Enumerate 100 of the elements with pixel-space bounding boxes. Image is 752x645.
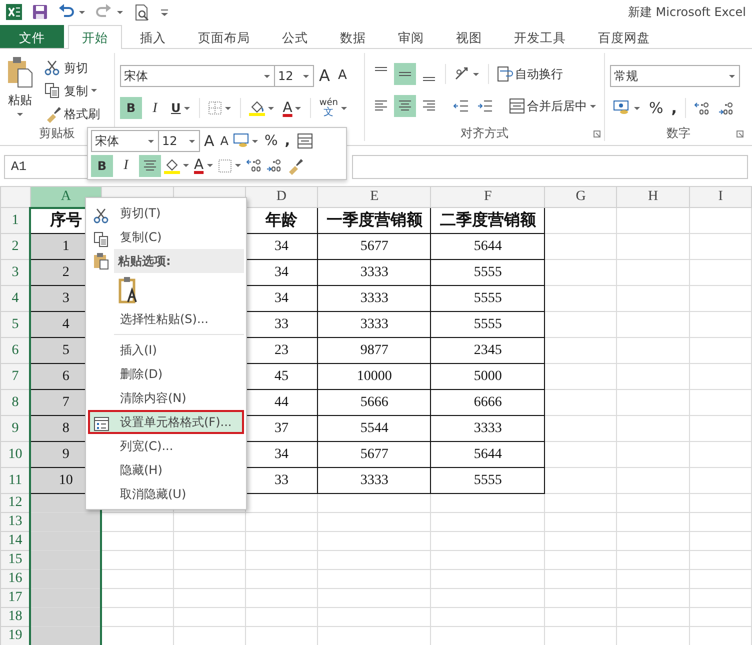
font-name-dropdown[interactable]: 宋体 <box>120 65 275 87</box>
table-cell: 二季度营销额 <box>430 208 545 234</box>
row-header[interactable]: 14 <box>0 532 30 550</box>
vertical-align-button[interactable] <box>394 63 416 85</box>
print-preview-icon[interactable] <box>134 4 150 20</box>
ribbon-tab[interactable]: 公式 <box>268 25 322 48</box>
center-align-button[interactable] <box>139 154 161 177</box>
row-header[interactable]: 1 <box>0 208 30 234</box>
table-cell: 5677 <box>318 234 431 260</box>
caret-icon <box>78 10 86 14</box>
table-cell: 5555 <box>430 468 545 494</box>
table-cell: 3333 <box>318 286 431 312</box>
customize-icon[interactable] <box>160 8 169 16</box>
row-header[interactable]: 3 <box>0 260 30 286</box>
group-label: 对齐方式 <box>460 126 508 140</box>
row-header[interactable]: 15 <box>0 550 30 570</box>
font-size-dropdown[interactable]: 12 <box>274 65 314 87</box>
row-header[interactable]: 2 <box>0 234 30 260</box>
table-cell: 5677 <box>318 442 431 468</box>
column-header[interactable]: D <box>245 186 318 208</box>
table-cell: 5555 <box>430 286 545 312</box>
column-header[interactable]: F <box>430 186 545 208</box>
row-header[interactable]: 18 <box>0 608 30 626</box>
ribbon-tab[interactable]: 插入 <box>126 25 180 48</box>
row-header[interactable]: 6 <box>0 338 30 364</box>
font-color-button[interactable]: A <box>193 154 215 177</box>
ribbon-tab[interactable]: 视图 <box>442 25 496 48</box>
copy-button[interactable]: 复制 <box>41 79 103 102</box>
percent-button[interactable]: % <box>262 130 280 152</box>
column-header[interactable]: H <box>616 186 690 208</box>
format-list-icon <box>93 416 110 433</box>
percent-button[interactable]: % <box>646 97 666 119</box>
row-header[interactable]: 10 <box>0 442 30 468</box>
row-header[interactable]: 19 <box>0 626 30 645</box>
caret-icon <box>224 106 232 110</box>
merge-center-button[interactable]: 合并后居中 <box>506 95 600 117</box>
ribbon-tab[interactable]: 开发工具 <box>500 25 580 48</box>
shrink-font-button[interactable]: A <box>218 130 230 152</box>
formula-input[interactable] <box>352 155 748 179</box>
table-cell: 9877 <box>318 338 431 364</box>
caret-icon <box>472 72 480 76</box>
phonetic-button[interactable]: wén 文 <box>316 97 351 119</box>
excel-logo-icon <box>6 4 22 20</box>
row-header[interactable]: 17 <box>0 588 30 608</box>
row-header[interactable]: 4 <box>0 286 30 312</box>
menu-item[interactable]: 设置单元格格式(F)... <box>88 410 244 434</box>
column-header[interactable]: I <box>690 186 752 208</box>
ribbon-tab[interactable]: 页面布局 <box>184 25 264 48</box>
bold-button[interactable]: B <box>91 154 113 177</box>
paste-button[interactable]: 粘贴 <box>5 56 35 126</box>
row-header[interactable]: 13 <box>0 512 30 532</box>
comma-button[interactable]: , <box>282 130 294 152</box>
font-color-button[interactable]: A <box>280 97 306 119</box>
row-header[interactable]: 16 <box>0 570 30 588</box>
comma-button[interactable]: , <box>668 97 680 119</box>
ribbon-tab[interactable]: 数据 <box>326 25 380 48</box>
font-name-text: 宋体 <box>95 133 119 150</box>
money-icon <box>613 100 631 116</box>
ribbon-tab[interactable]: 开始 <box>68 25 122 49</box>
italic-button[interactable]: I <box>144 97 166 119</box>
scissors-icon <box>44 58 62 76</box>
bold-button[interactable]: B <box>120 97 142 119</box>
row-header[interactable]: 8 <box>0 390 30 416</box>
row-header[interactable]: 11 <box>0 468 30 494</box>
ribbon-tab[interactable]: 审阅 <box>384 25 438 48</box>
column-header[interactable]: G <box>544 186 617 208</box>
clipboard-icon <box>93 252 111 270</box>
column-header[interactable]: E <box>318 186 431 208</box>
font-size-dropdown[interactable]: 12 <box>158 130 200 152</box>
save-icon[interactable] <box>32 4 48 20</box>
group-label: 剪贴板 <box>39 126 75 140</box>
dialog-launcher-icon[interactable] <box>593 130 601 138</box>
row-header[interactable]: 7 <box>0 364 30 390</box>
caret-icon <box>234 163 242 168</box>
row-header[interactable]: 12 <box>0 494 30 512</box>
dialog-launcher-icon[interactable] <box>736 130 744 138</box>
horizontal-align-button[interactable] <box>394 95 416 117</box>
underline-button[interactable]: U <box>168 97 194 119</box>
caret-icon <box>206 163 214 168</box>
grow-font-button[interactable]: A <box>202 130 216 152</box>
cut-button[interactable]: 剪切 <box>41 56 103 79</box>
number-format-dropdown[interactable]: 常规 <box>610 65 740 87</box>
decimal-icon <box>718 100 734 116</box>
ribbon-tab[interactable]: 百度网盘 <box>584 25 664 48</box>
row-header[interactable]: 5 <box>0 312 30 338</box>
table-cell: 3333 <box>318 468 431 494</box>
indent-icon <box>477 99 493 113</box>
table-cell: 5666 <box>318 390 431 416</box>
menu-section-header: 粘贴选项: <box>114 249 244 273</box>
format-painter-button[interactable]: 格式刷 <box>41 102 103 125</box>
file-tab[interactable]: 文件 <box>0 25 64 48</box>
table-cell: 5644 <box>430 442 545 468</box>
font-name-dropdown[interactable]: 宋体 <box>91 130 159 152</box>
merge-cells-icon <box>509 98 525 114</box>
grow-font-button[interactable]: A <box>316 65 333 87</box>
row-header[interactable]: 9 <box>0 416 30 442</box>
wrap-text-button[interactable]: 自动换行 <box>494 63 566 85</box>
undo-icon[interactable] <box>58 4 74 20</box>
table-cell: 3333 <box>318 260 431 286</box>
shrink-font-button[interactable]: A <box>334 65 350 87</box>
